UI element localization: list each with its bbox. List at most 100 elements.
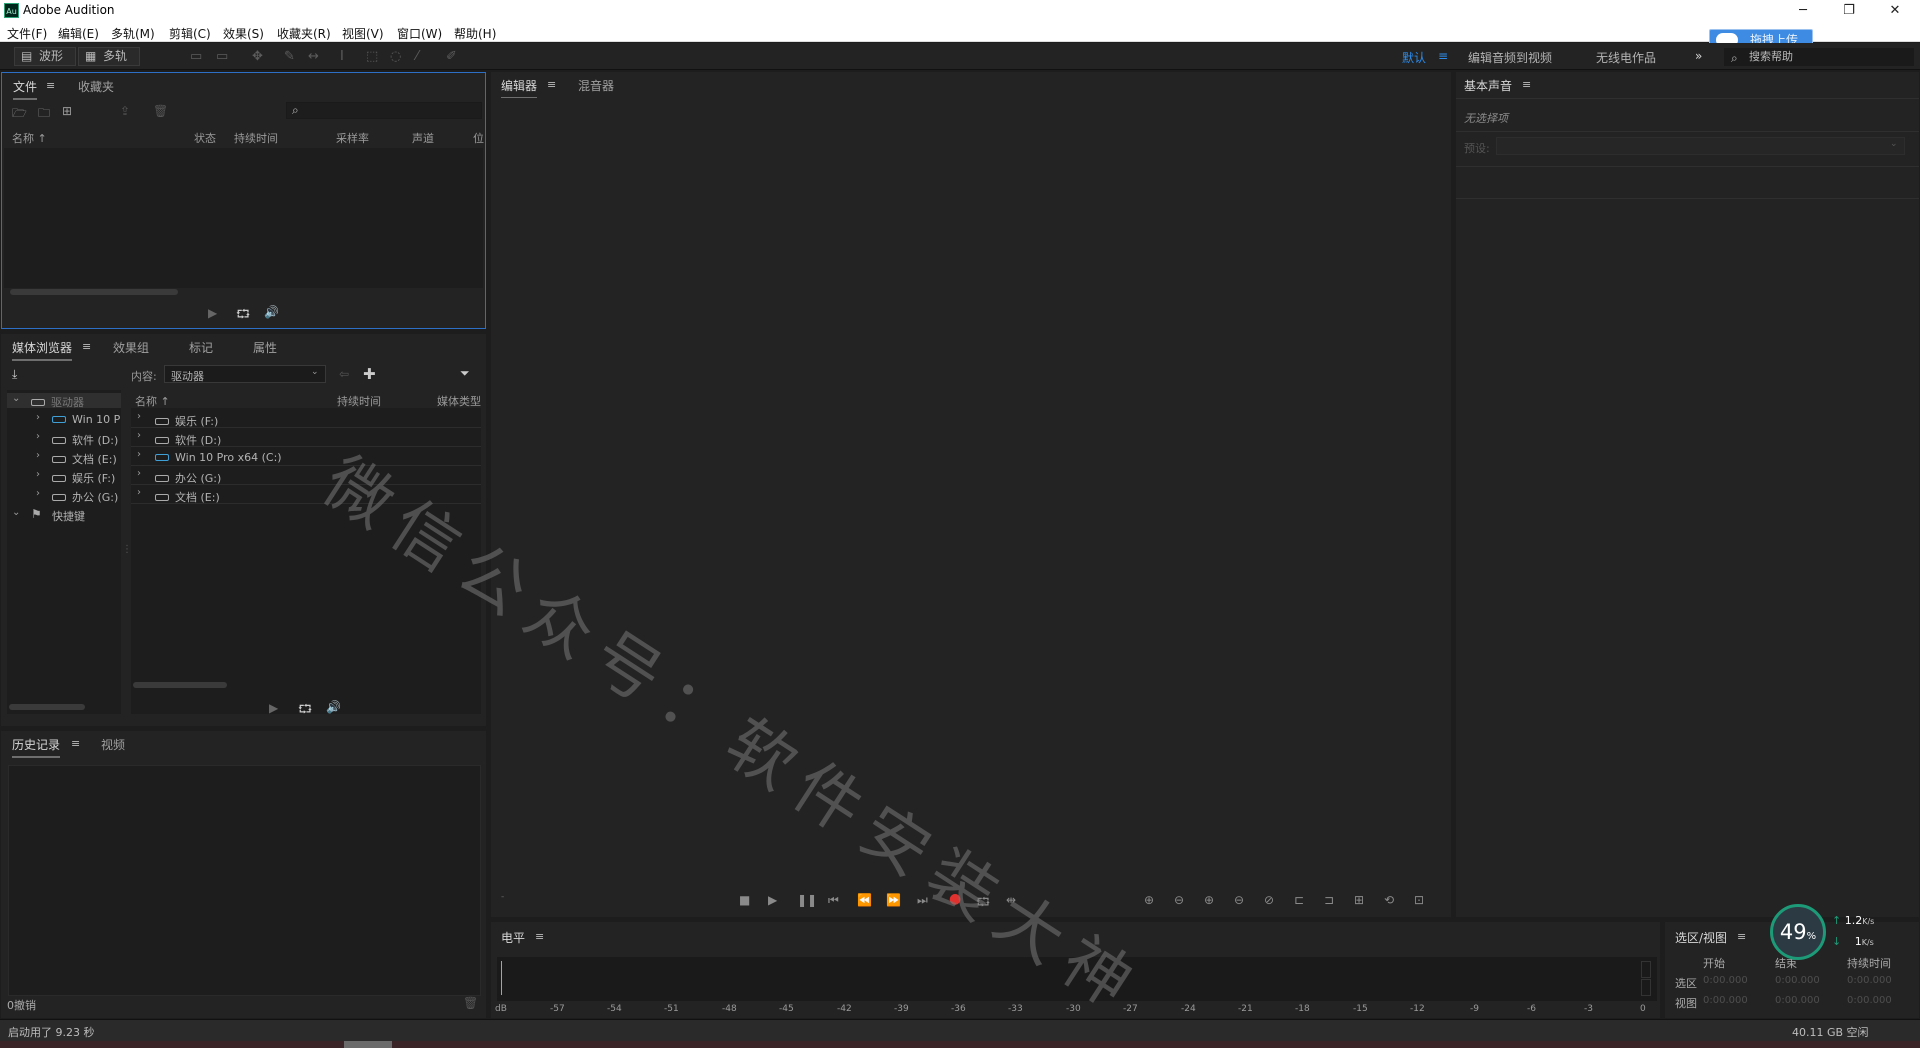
zoom-reset-icon[interactable]: ⊡ — [1414, 893, 1424, 907]
help-search-input[interactable]: ⌕ 搜索帮助 — [1724, 48, 1914, 66]
multitrack-view-button[interactable]: ▦ 多轨 — [78, 47, 140, 66]
open-file-icon[interactable]: 🗁 — [12, 104, 27, 125]
brush-tool-icon[interactable]: ⁄ — [416, 49, 418, 64]
menu-view[interactable]: 视图(V) — [342, 25, 384, 42]
add-shortcut-icon[interactable]: ✚ — [363, 365, 376, 383]
editor-menu-icon[interactable]: ≡ — [547, 78, 556, 91]
loop-playback-button[interactable]: ⮔ — [976, 893, 990, 914]
marquee-tool-icon[interactable]: ⬚ — [366, 49, 378, 64]
list-item[interactable]: › Win 10 Pro x64 (C:) — [131, 448, 481, 466]
tab-files[interactable]: 文件 — [13, 78, 38, 100]
fast-forward-button[interactable]: ⏩ — [886, 893, 901, 907]
menu-window[interactable]: 窗口(W) — [397, 25, 442, 42]
close-button[interactable]: ✕ — [1880, 2, 1910, 20]
skip-to-start-button[interactable]: ⏮ — [828, 893, 839, 908]
tab-favorites[interactable]: 收藏夹 — [78, 78, 114, 95]
level-meter-menu-icon[interactable]: ≡ — [535, 930, 544, 943]
workspace-default[interactable]: 默认 — [1402, 49, 1426, 66]
new-file-icon[interactable]: ⊞ — [62, 104, 72, 118]
menu-edit[interactable]: 编辑(E) — [58, 25, 99, 42]
stop-button[interactable]: ■ — [739, 893, 750, 907]
auto-play-icon[interactable]: 🔊 — [264, 305, 279, 319]
view-duration[interactable]: 0:00.000 — [1847, 995, 1892, 1006]
skip-to-end-button[interactable]: ⏭ — [917, 893, 928, 908]
tree-item-c[interactable]: › Win 10 P — [7, 412, 121, 427]
view-start[interactable]: 0:00.000 — [1703, 995, 1748, 1006]
list-item[interactable]: › 娱乐 (F:) — [131, 410, 481, 428]
zoom-in-amplitude-icon[interactable]: ⊕ — [1144, 893, 1154, 907]
list-item[interactable]: › 软件 (D:) — [131, 429, 481, 447]
back-arrow-icon[interactable]: ⇦ — [339, 367, 349, 381]
preset-select[interactable]: ⌄ — [1496, 137, 1905, 155]
menu-multitrack[interactable]: 多轨(M) — [111, 25, 155, 42]
tab-history[interactable]: 历史记录 — [12, 736, 61, 758]
zoom-out-full-icon[interactable]: ⊘ — [1264, 893, 1274, 907]
zoom-in-at-in-point-icon[interactable]: ⊏ — [1294, 893, 1304, 907]
media-list[interactable]: › 娱乐 (F:) › 软件 (D:) › Win 10 Pro x64 (C:… — [131, 408, 481, 714]
menu-favorites[interactable]: 收藏夹(R) — [277, 25, 331, 42]
files-panel-menu-icon[interactable]: ≡ — [46, 79, 55, 92]
network-speed-widget[interactable]: 49% — [1770, 904, 1826, 960]
play-preview-icon[interactable]: ▶ — [269, 701, 278, 715]
column-channels[interactable]: 声道 — [412, 130, 434, 146]
import-file-icon[interactable]: 🗀 — [38, 104, 50, 125]
tab-properties[interactable]: 属性 — [253, 339, 277, 356]
media-browser-menu-icon[interactable]: ≡ — [82, 340, 91, 353]
zoom-to-selection-icon[interactable]: ⊞ — [1354, 893, 1364, 907]
tab-markers[interactable]: 标记 — [189, 339, 213, 356]
taskbar-active-item[interactable] — [344, 1041, 392, 1048]
list-horizontal-scrollbar[interactable] — [133, 682, 227, 688]
waveform-view-button[interactable]: ▤ 波形 — [14, 47, 76, 66]
tab-video[interactable]: 视频 — [101, 736, 125, 753]
selection-start[interactable]: 0:00.000 — [1703, 975, 1748, 986]
menu-clip[interactable]: 剪辑(C) — [169, 25, 211, 42]
workspace-edit-audio-to-video[interactable]: 编辑音频到视频 — [1468, 49, 1552, 66]
lasso-tool-icon[interactable]: ◌ — [390, 49, 401, 64]
mb-column-name[interactable]: 名称 ↑ — [135, 393, 170, 409]
list-item[interactable]: › 文档 (E:) — [131, 486, 481, 504]
minimize-button[interactable]: ─ — [1788, 2, 1818, 20]
content-select[interactable]: 驱动器 ⌄ — [164, 365, 326, 383]
view-end[interactable]: 0:00.000 — [1775, 995, 1820, 1006]
razor-tool-icon[interactable]: ✎ — [284, 49, 295, 64]
tree-item-d[interactable]: › 软件 (D:) — [7, 431, 121, 447]
essential-sound-menu-icon[interactable]: ≡ — [1522, 78, 1531, 91]
zoom-in-time-icon[interactable]: ⊕ — [1204, 893, 1214, 907]
tree-item-f[interactable]: › 娱乐 (F:) — [7, 469, 121, 485]
time-selection-tool-icon[interactable]: I — [340, 49, 344, 64]
play-preview-icon[interactable]: ▶ — [208, 306, 217, 320]
play-button[interactable]: ▶ — [768, 893, 777, 907]
tree-item-g[interactable]: › 办公 (G:) — [7, 488, 121, 504]
column-duration[interactable]: 持续时间 — [234, 130, 278, 146]
column-sample-rate[interactable]: 采样率 — [336, 130, 369, 146]
menu-help[interactable]: 帮助(H) — [454, 25, 496, 42]
tab-editor[interactable]: 编辑器 — [501, 77, 538, 99]
slip-tool-icon[interactable]: ↔ — [308, 49, 319, 64]
clip-indicator-left[interactable] — [1641, 961, 1651, 978]
column-bit-depth[interactable]: 位 — [473, 130, 484, 146]
editor-canvas[interactable] — [491, 98, 1451, 883]
menu-effects[interactable]: 效果(S) — [223, 25, 264, 42]
workspace-radio-works[interactable]: 无线电作品 — [1596, 49, 1656, 66]
skip-selection-button[interactable]: ⇹ — [1006, 893, 1016, 907]
tree-item-e[interactable]: › 文档 (E:) — [7, 450, 121, 466]
more-workspaces-icon[interactable]: » — [1695, 49, 1702, 63]
tab-effects-rack[interactable]: 效果组 — [113, 339, 149, 356]
rewind-button[interactable]: ⏪ — [857, 893, 872, 907]
spectral-pitch-icon[interactable]: ▭ — [216, 49, 228, 64]
zoom-selected-tracks-icon[interactable]: ⟲ — [1384, 893, 1394, 907]
filter-icon[interactable]: ⏷ — [460, 366, 470, 381]
list-item[interactable]: › 办公 (G:) — [131, 467, 481, 485]
delete-icon[interactable]: 🗑 — [153, 104, 168, 118]
zoom-out-amplitude-icon[interactable]: ⊖ — [1174, 893, 1184, 907]
record-button[interactable]: ● — [949, 891, 961, 907]
tree-horizontal-scrollbar[interactable] — [9, 704, 85, 710]
selection-duration[interactable]: 0:00.000 — [1847, 975, 1892, 986]
mb-column-media-type[interactable]: 媒体类型 — [437, 393, 481, 409]
pause-button[interactable]: ❚❚ — [797, 893, 817, 907]
auto-play-icon[interactable]: 🔊 — [326, 700, 341, 714]
spot-healing-tool-icon[interactable]: ✐ — [446, 49, 457, 64]
restore-button[interactable]: ❐ — [1834, 2, 1864, 20]
loop-preview-icon[interactable]: ⮔ — [298, 700, 312, 721]
move-tool-icon[interactable]: ✥ — [252, 49, 263, 64]
